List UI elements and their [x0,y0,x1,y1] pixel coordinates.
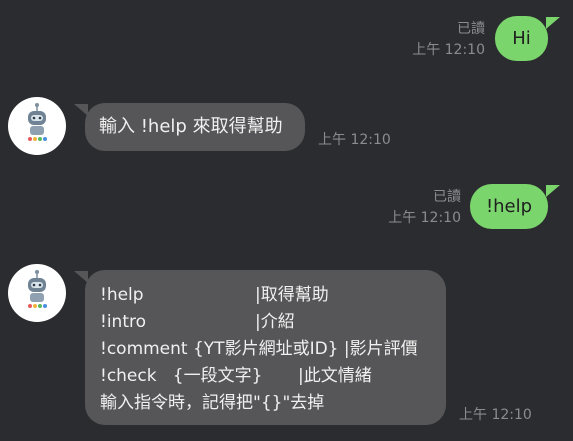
command-description: |取得幫助 [255,285,329,305]
bot-avatar[interactable] [8,97,66,155]
help-line: !help |取得幫助 [100,282,446,309]
bot-avatar[interactable] [8,264,66,322]
command-description: |影片評價 [343,339,418,359]
message-timestamp: 上午 12:10 [318,132,391,148]
message-timestamp: 上午 12:10 [388,210,461,226]
outgoing-message-bubble[interactable]: Hi [495,16,548,61]
incoming-message-bubble[interactable]: !help |取得幫助 !intro |介紹 !comment {YT影片網址或… [85,270,446,425]
robot-icon [28,103,47,141]
message-text: 輸入 !help 來取得幫助 [99,116,283,137]
help-line: !check {一段文字} |此文情緒 [100,363,446,390]
command-name: !comment {YT影片網址或ID} [100,339,344,359]
command-name: !help [100,285,144,305]
read-receipt: 已讀 [433,189,461,205]
outgoing-message-bubble[interactable]: !help [470,184,548,229]
message-timestamp: 上午 12:10 [459,407,532,423]
command-note: 輸入指令時，記得把"{}"去掉 [100,393,325,413]
message-text: Hi [512,28,531,49]
help-line: !comment {YT影片網址或ID} |影片評價 [100,336,446,363]
message-timestamp: 上午 12:10 [412,42,485,58]
command-name: !check {一段文字} [100,366,263,386]
command-name: !intro [100,312,146,332]
help-line: !intro |介紹 [100,309,446,336]
help-line: 輸入指令時，記得把"{}"去掉 [100,390,446,417]
incoming-message-bubble[interactable]: 輸入 !help 來取得幫助 [85,103,305,151]
bubble-tail [546,185,560,197]
bubble-tail [546,17,560,29]
robot-icon [28,270,47,308]
chat-window: 已讀 上午 12:10 Hi 輸入 !help 來取得幫助 上午 12:10 已… [0,0,573,441]
message-text: !help [485,196,533,217]
command-description: |此文情緒 [298,366,372,386]
read-receipt: 已讀 [457,21,485,37]
command-description: |介紹 [255,312,295,332]
